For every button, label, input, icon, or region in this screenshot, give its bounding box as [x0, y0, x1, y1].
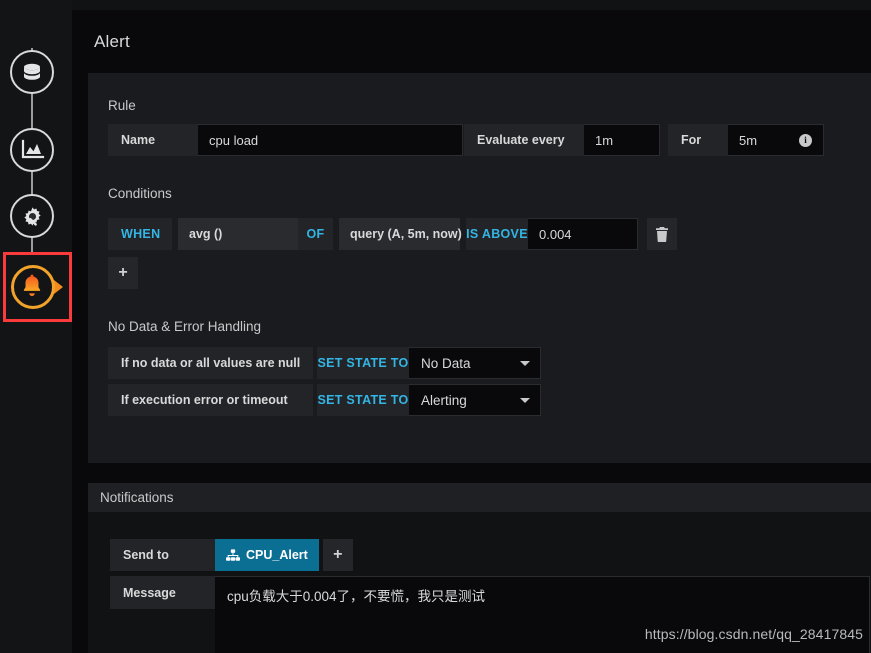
evaluate-every-input[interactable]: 1m	[584, 124, 660, 156]
rule-name-row: Name cpu load	[108, 124, 463, 156]
condition-evaluator-label[interactable]: IS ABOVE	[466, 218, 528, 250]
main-page: Alert Rule Name cpu load Evaluate every …	[72, 10, 871, 653]
condition-query-select[interactable]: query (A, 5m, now)	[339, 218, 462, 250]
database-icon	[10, 50, 54, 94]
for-row: For 5m i	[668, 124, 824, 156]
condition-threshold-input[interactable]: 0.004	[528, 218, 638, 250]
send-to-label: Send to	[110, 539, 215, 571]
send-to-row: Send to CPU_Alert +	[110, 539, 353, 571]
exec-error-state-value: Alerting	[421, 392, 467, 408]
for-input[interactable]: 5m i	[728, 124, 824, 156]
condition-of-label: OF	[298, 218, 333, 250]
exec-error-condition-label: If execution error or timeout	[108, 384, 313, 416]
for-label: For	[668, 124, 728, 156]
message-label: Message	[110, 576, 215, 609]
rule-name-label: Name	[108, 124, 198, 156]
sidebar-item-dashboards[interactable]	[8, 126, 56, 174]
notification-channel-label: CPU_Alert	[246, 548, 308, 562]
condition-when-label[interactable]: WHEN	[108, 218, 172, 250]
notification-channel-chip[interactable]: CPU_Alert	[215, 539, 319, 571]
graph-icon	[10, 128, 54, 172]
info-icon[interactable]: i	[799, 133, 812, 147]
evaluate-every-label: Evaluate every	[464, 124, 584, 156]
condition-reducer-select[interactable]: avg ()	[178, 218, 298, 250]
no-data-state-select[interactable]: No Data	[409, 347, 541, 379]
no-data-set-state-label: SET STATE TO	[317, 347, 409, 379]
chevron-down-icon	[520, 360, 530, 366]
sidebar-item-configuration[interactable]	[8, 192, 56, 240]
rule-section-label: Rule	[108, 98, 136, 113]
for-value: 5m	[739, 132, 758, 148]
bell-icon	[9, 263, 67, 311]
sidebar	[0, 0, 72, 653]
conditions-section-label: Conditions	[108, 186, 172, 201]
grafana-alert-page: Alert Rule Name cpu load Evaluate every …	[0, 0, 871, 653]
gear-wrench-icon	[10, 194, 54, 238]
alert-settings-card: Rule Name cpu load Evaluate every 1m For…	[88, 73, 871, 463]
sidebar-item-alerting[interactable]	[3, 252, 72, 322]
evaluate-every-row: Evaluate every 1m	[464, 124, 660, 156]
chevron-down-icon	[520, 397, 530, 403]
no-data-row: If no data or all values are null SET ST…	[108, 347, 541, 379]
no-data-state-value: No Data	[421, 355, 471, 371]
add-condition-button[interactable]: +	[108, 257, 138, 289]
sitemap-icon	[226, 548, 240, 561]
no-data-section-label: No Data & Error Handling	[108, 319, 262, 334]
rule-name-input[interactable]: cpu load	[198, 124, 463, 156]
add-notification-button[interactable]: +	[322, 539, 353, 571]
exec-error-state-select[interactable]: Alerting	[409, 384, 541, 416]
watermark: https://blog.csdn.net/qq_28417845	[644, 626, 863, 642]
no-data-condition-label: If no data or all values are null	[108, 347, 313, 379]
trash-icon[interactable]	[647, 218, 677, 250]
sidebar-item-datasources[interactable]	[8, 48, 56, 96]
page-title: Alert	[94, 32, 130, 51]
condition-row: WHEN avg () OF query (A, 5m, now) IS ABO…	[108, 218, 677, 250]
exec-error-row: If execution error or timeout SET STATE …	[108, 384, 541, 416]
exec-error-set-state-label: SET STATE TO	[317, 384, 409, 416]
notifications-header: Notifications	[88, 483, 871, 512]
